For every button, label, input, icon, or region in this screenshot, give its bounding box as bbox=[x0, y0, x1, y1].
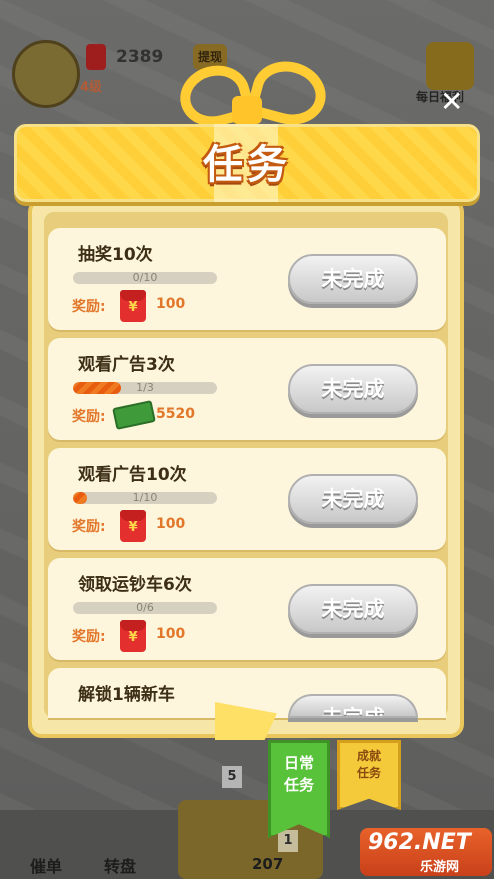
task-status-button[interactable]: 未完成 bbox=[288, 694, 418, 718]
reward-label: 奖励: bbox=[72, 629, 106, 645]
tab-daily-label: 日常 任务 bbox=[283, 754, 314, 794]
task-card: 抽奖10次 0/10 奖励: ¥100 未完成 bbox=[48, 228, 446, 330]
red-envelope-icon: ¥ bbox=[120, 620, 146, 652]
close-icon[interactable]: ✕ bbox=[440, 88, 463, 116]
reward-value: 100 bbox=[156, 516, 186, 532]
task-card: 观看广告10次 1/10 奖励: ¥100 未完成 bbox=[48, 448, 446, 550]
tab-achievement-label: 成就 任务 bbox=[356, 749, 381, 780]
reward-value: 5520 bbox=[156, 406, 195, 422]
task-progress-text: 1/3 bbox=[136, 381, 154, 394]
reward-value: 100 bbox=[156, 296, 186, 312]
bow-knot-icon bbox=[232, 96, 262, 124]
task-name: 观看广告3次 bbox=[78, 355, 175, 375]
task-name: 观看广告10次 bbox=[78, 465, 187, 485]
task-card: 观看广告3次 1/3 奖励: 5520 未完成 bbox=[48, 338, 446, 440]
task-name: 解锁1辆新车 bbox=[78, 685, 175, 705]
reward-label: 奖励: bbox=[72, 299, 106, 315]
task-card: 领取运钞车6次 0/6 奖励: ¥100 未完成 bbox=[48, 558, 446, 660]
task-status-button[interactable]: 未完成 bbox=[288, 254, 418, 304]
reward-label: 奖励: bbox=[72, 519, 106, 535]
watermark-top: 962.NET bbox=[368, 830, 471, 855]
task-progress-text: 1/10 bbox=[132, 491, 158, 504]
task-status-button[interactable]: 未完成 bbox=[288, 474, 418, 524]
watermark-bottom: 乐游网 bbox=[420, 860, 460, 875]
task-status-button[interactable]: 未完成 bbox=[288, 364, 418, 414]
red-envelope-icon: ¥ bbox=[120, 510, 146, 542]
reward-value: 100 bbox=[156, 626, 186, 642]
modal-title: 任务 bbox=[203, 142, 291, 188]
cash-icon bbox=[112, 400, 156, 430]
task-name: 领取运钞车6次 bbox=[78, 575, 192, 595]
task-status-button[interactable]: 未完成 bbox=[288, 584, 418, 634]
task-name: 抽奖10次 bbox=[78, 245, 153, 265]
reward-label: 奖励: bbox=[72, 409, 106, 425]
task-progress-text: 0/6 bbox=[136, 601, 154, 614]
task-progress-text: 0/10 bbox=[132, 271, 158, 284]
red-envelope-icon: ¥ bbox=[120, 290, 146, 322]
